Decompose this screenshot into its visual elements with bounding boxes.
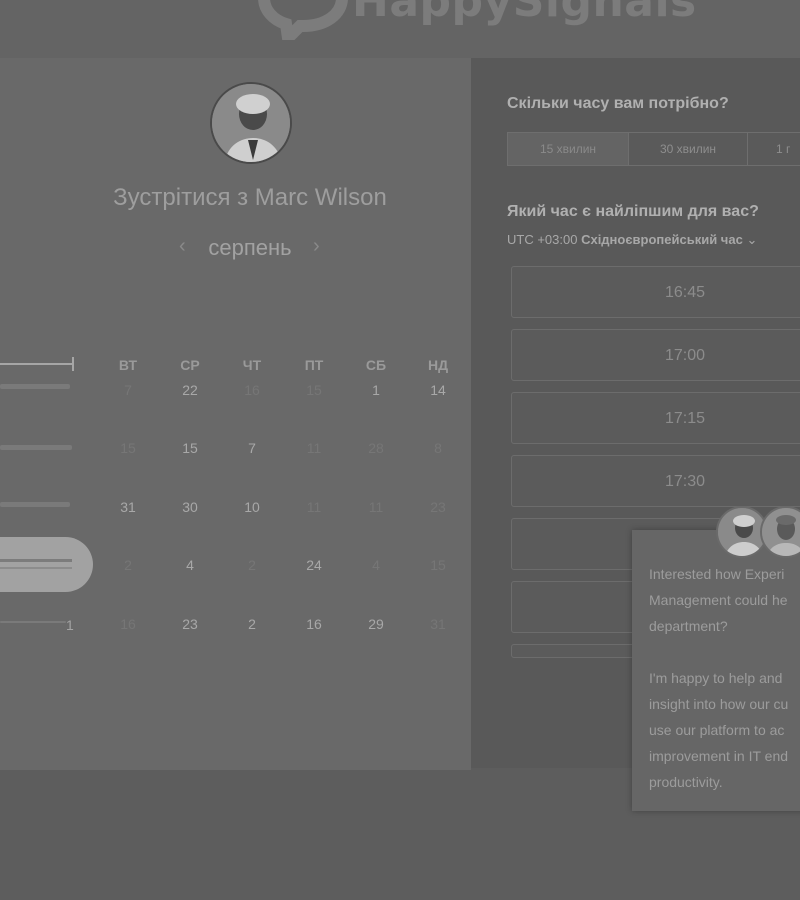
time-slot-label: 17:30 [664,473,706,490]
calendar-day: 4 [372,557,380,573]
weekday-label: ВТ [118,357,138,373]
calendar-day[interactable]: 2 [232,616,272,632]
month-label: серпень [208,235,292,260]
time-slot-label: 16:45 [664,284,706,301]
placeholder-bar [0,502,70,507]
time-slot-label: 17:15 [664,410,706,427]
calendar-day[interactable]: 1 [356,382,396,398]
partial-divider-tick [72,357,74,371]
timezone-offset: UTC +03:00 [507,232,578,247]
partial-divider [0,363,72,365]
calendar-day: 28 [368,440,384,456]
calendar-day: 8 [434,440,442,456]
chat-message-line: productivity. [649,774,723,790]
calendar-day: 15 [306,382,322,398]
calendar-week-row: 16 23 2 16 29 31 [98,616,470,640]
brand-logo: HappySignals [352,0,697,27]
time-slot[interactable]: 17:30 [511,455,800,507]
calendar-day: 2 [248,557,256,573]
time-slot[interactable]: 16:45 [511,266,800,318]
chevron-down-icon: ⌄ [746,232,758,247]
calendar-day: 11 [306,499,322,515]
calendar-day: 11 [306,440,322,456]
calendar-day: 15 [430,557,446,573]
chat-message-line: use our platform to ac [649,722,785,738]
chat-message-line: improvement in IT end [649,748,789,764]
weekday-header: ВТ СР ЧТ ПТ СБ НД [98,357,470,381]
selected-pill[interactable] [0,537,93,592]
calendar-week-row: 2 4 2 24 4 15 [98,557,470,581]
calendar-panel [0,58,471,770]
chat-message-line: insight into how our cu [649,696,789,712]
calendar-day: 2 [124,557,132,573]
time-slot-label: 17:00 [664,347,706,364]
chevron-right-icon[interactable]: › [313,235,320,258]
calendar-day: 16 [120,616,136,632]
placeholder-bar [0,384,70,389]
calendar-day: 15 [120,440,136,456]
calendar-day[interactable]: 31 [108,499,148,515]
calendar-day: 16 [244,382,260,398]
calendar-day: 23 [430,499,446,515]
duration-tabs: 15 хвилин 30 хвилин 1 г [507,132,800,166]
chat-message-line: Management could he [649,592,788,608]
month-navigator: ‹ серпень › [150,235,350,265]
duration-tab-60[interactable]: 1 г [748,133,800,165]
calendar-day[interactable]: 30 [170,499,210,515]
chat-message-line: Interested how Experi [649,566,785,582]
calendar-day[interactable]: 14 [418,382,458,398]
calendar-day[interactable]: 24 [294,557,334,573]
calendar-day[interactable]: 10 [232,499,272,515]
duration-tab-30[interactable]: 30 хвилин [629,133,748,165]
time-slot[interactable]: 17:00 [511,329,800,381]
calendar-day[interactable]: 4 [170,557,210,573]
weekday-label: ЧТ [242,357,262,373]
duration-tab-15[interactable]: 15 хвилин [508,133,629,165]
chat-popup[interactable]: Interested how Experi Management could he… [632,530,800,811]
placeholder-bar [0,621,66,623]
timezone-selector[interactable]: UTC +03:00 Східноєвропейський час ⌄ [507,232,757,248]
timezone-name: Східноєвропейський час [581,232,743,247]
weekday-label: СР [180,357,200,373]
calendar-day[interactable]: 29 [356,616,396,632]
meeting-title: Зустрітися з Marc Wilson [113,184,387,211]
calendar-week-row: 31 30 10 11 11 23 [98,499,470,523]
time-question: Який час є найліпшим для вас? [507,203,759,220]
calendar-day: 7 [124,382,132,398]
weekday-label: СБ [365,357,387,373]
calendar-day[interactable]: 15 [170,440,210,456]
calendar-day: 31 [430,616,446,632]
person-icon [762,508,800,556]
calendar-week-row: 7 22 16 15 1 14 [98,382,470,406]
weekday-label: НД [427,357,449,373]
host-avatar [210,82,292,164]
placeholder-bar [0,445,72,450]
header-bar: HappySignals [0,0,800,58]
chat-bubble-icon [258,0,348,40]
chat-message-line: department? [649,618,728,634]
partial-day: 1 [66,617,74,633]
calendar-day[interactable]: 23 [170,616,210,632]
weekday-label: ПТ [304,357,324,373]
calendar-day[interactable]: 22 [170,382,210,398]
chat-message-line: I'm happy to help and [649,670,783,686]
duration-question: Скільки часу вам потрібно? [507,95,729,112]
calendar-day: 11 [368,499,384,515]
time-slot[interactable]: 17:15 [511,392,800,444]
calendar-day[interactable]: 7 [232,440,272,456]
calendar-day[interactable]: 16 [294,616,334,632]
calendar-week-row: 15 15 7 11 28 8 [98,440,470,464]
